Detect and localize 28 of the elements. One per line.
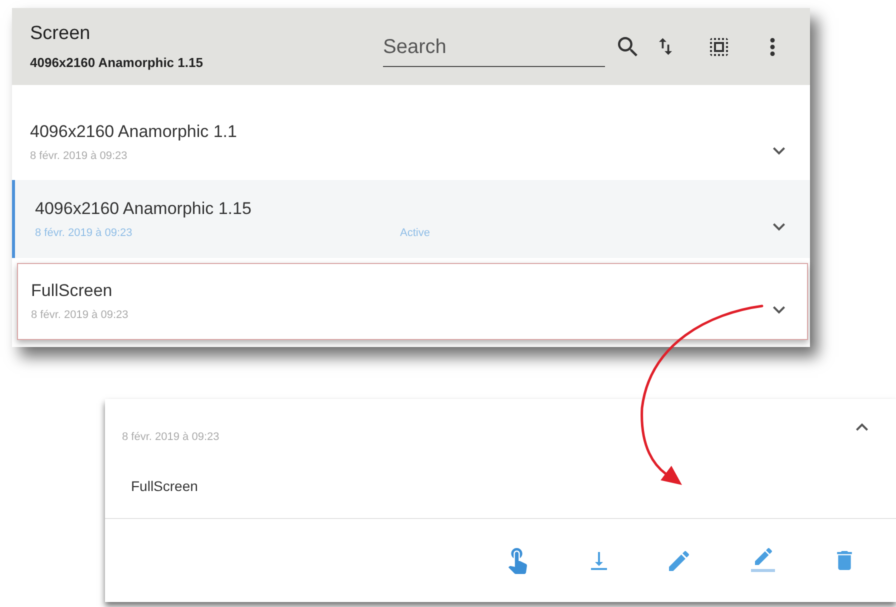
touch-icon[interactable] xyxy=(507,548,529,574)
preset-row[interactable]: 4096x2160 Anamorphic 1.15 8 févr. 2019 à 09:23 Active xyxy=(12,180,810,258)
chevron-down-icon[interactable] xyxy=(773,223,785,231)
sort-arrows-icon[interactable] xyxy=(659,38,672,55)
search-icon[interactable] xyxy=(618,36,638,56)
search-field[interactable]: Search xyxy=(383,28,605,66)
more-icon[interactable] xyxy=(770,38,775,56)
status-label: Active xyxy=(400,226,430,240)
preset-name: FullScreen xyxy=(31,281,112,301)
header-subtitle: 4096x2160 Anamorphic 1.15 xyxy=(30,54,203,70)
preset-date: 8 févr. 2019 à 09:23 xyxy=(31,308,128,322)
highlighted-preset-row[interactable]: FullScreen 8 févr. 2019 à 09:23 xyxy=(17,263,808,340)
detail-date: 8 févr. 2019 à 09:23 xyxy=(122,430,220,444)
chevron-down-icon[interactable] xyxy=(773,146,785,154)
chevron-down-icon[interactable] xyxy=(773,306,785,314)
preset-name: 4096x2160 Anamorphic 1.15 xyxy=(35,198,252,218)
preset-name: 4096x2160 Anamorphic 1.1 xyxy=(30,122,237,142)
pencil-icon[interactable] xyxy=(669,550,689,570)
trash-icon[interactable] xyxy=(837,551,852,570)
download-icon[interactable] xyxy=(591,552,607,570)
select-all-icon[interactable] xyxy=(710,38,728,56)
pencil-underline-icon[interactable] xyxy=(751,548,775,574)
chevron-up-icon[interactable] xyxy=(856,423,868,431)
detail-name: FullScreen xyxy=(131,478,198,494)
preset-date: 8 févr. 2019 à 09:23 xyxy=(30,149,128,163)
preset-row[interactable]: 4096x2160 Anamorphic 1.1 8 févr. 2019 à 09:23 xyxy=(12,105,810,180)
preset-date: 8 févr. 2019 à 09:23 xyxy=(35,226,132,240)
header-title: Screen xyxy=(30,22,90,44)
